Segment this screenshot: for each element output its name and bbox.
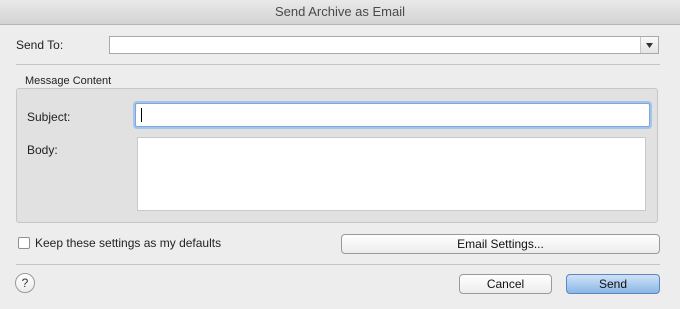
- send-button[interactable]: Send: [566, 274, 660, 294]
- cancel-button[interactable]: Cancel: [459, 274, 552, 294]
- text-caret: [141, 108, 142, 122]
- keep-defaults-checkbox[interactable]: [18, 237, 30, 249]
- subject-input[interactable]: [135, 103, 650, 127]
- help-icon[interactable]: ?: [15, 273, 35, 293]
- send-to-combobox[interactable]: [109, 36, 659, 54]
- email-settings-button[interactable]: Email Settings...: [341, 234, 660, 254]
- message-content-label: Message Content: [25, 75, 112, 87]
- keep-defaults-label[interactable]: Keep these settings as my defaults: [35, 236, 221, 250]
- top-separator: [16, 64, 660, 65]
- chevron-down-icon: [646, 42, 653, 48]
- body-label: Body:: [27, 143, 58, 157]
- send-to-label: Send To:: [16, 38, 64, 52]
- subject-label: Subject:: [27, 110, 71, 124]
- send-to-dropdown-button[interactable]: [640, 37, 658, 53]
- body-textarea[interactable]: [137, 137, 646, 211]
- bottom-separator: [16, 264, 660, 265]
- window-title: Send Archive as Email: [0, 0, 680, 25]
